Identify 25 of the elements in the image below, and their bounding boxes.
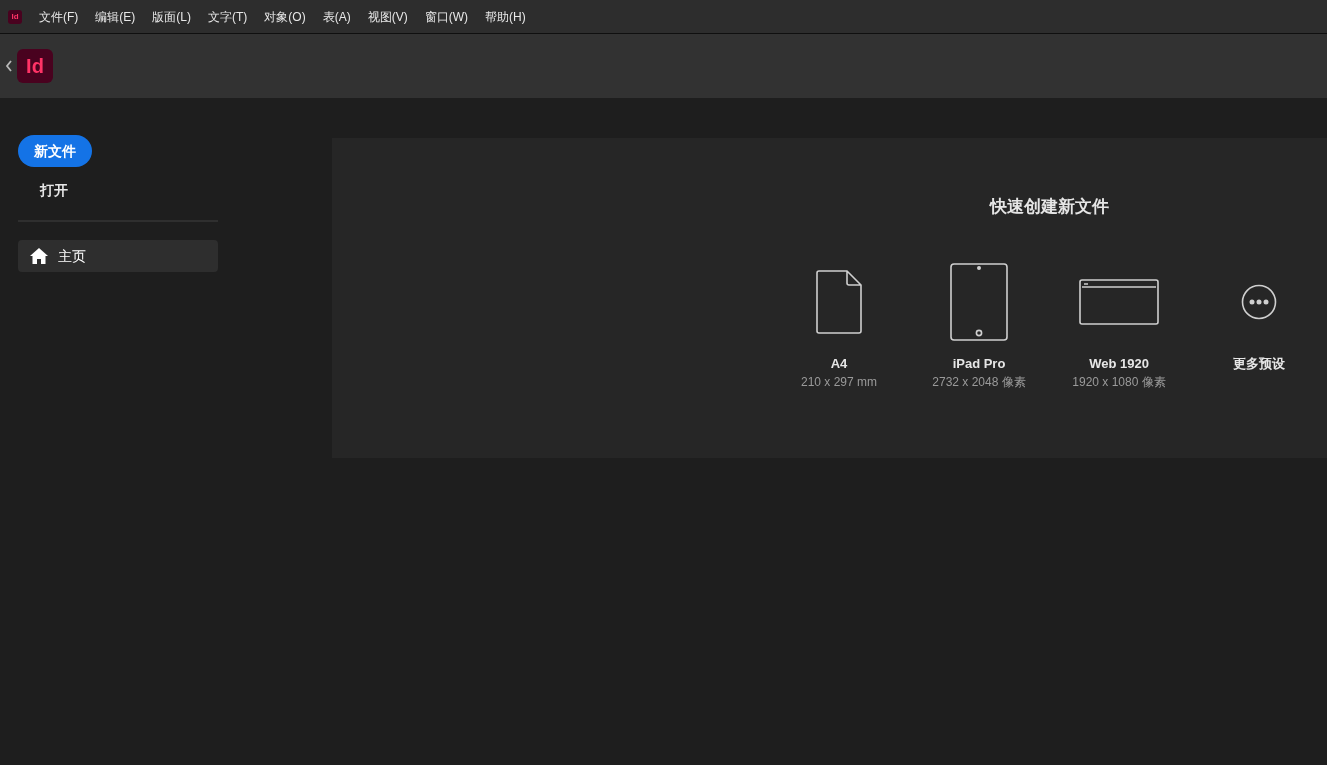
menu-item[interactable]: 编辑(E): [95, 7, 136, 26]
menu-item[interactable]: 版面(L): [152, 7, 191, 26]
home-icon: [30, 248, 48, 264]
menu-item[interactable]: 视图(V): [367, 7, 408, 26]
menu-item[interactable]: 窗口(W): [424, 7, 468, 26]
document-icon: [816, 269, 862, 334]
tablet-icon: [950, 262, 1008, 341]
menu-item[interactable]: 帮助(H): [485, 7, 526, 26]
menu-item[interactable]: 对象(O): [264, 7, 306, 26]
preset-tile[interactable]: Web 1920 1920 x 1080 像素: [1067, 261, 1171, 391]
menu-item[interactable]: 文字(T): [208, 7, 248, 26]
preset-tile[interactable]: iPad Pro 2732 x 2048 像素: [927, 261, 1031, 391]
browser-window-icon: [1079, 278, 1159, 325]
app-logo: Id: [17, 49, 53, 83]
app-icon: Id: [8, 9, 22, 24]
home-nav-item[interactable]: 主页: [18, 240, 218, 272]
open-button[interactable]: 打开: [18, 175, 90, 205]
menu-item[interactable]: 文件(F): [39, 7, 79, 26]
menu-item[interactable]: 表(A): [322, 7, 351, 26]
new-file-button[interactable]: 新文件: [18, 135, 92, 167]
quick-create-title: 快速创建新文件: [989, 196, 1109, 218]
more-icon: [1241, 283, 1277, 320]
preset-tile[interactable]: 更多预设: [1207, 261, 1311, 391]
preset-tile[interactable]: A4 210 x 297 mm: [787, 261, 891, 391]
back-chevron-icon[interactable]: [5, 60, 13, 72]
